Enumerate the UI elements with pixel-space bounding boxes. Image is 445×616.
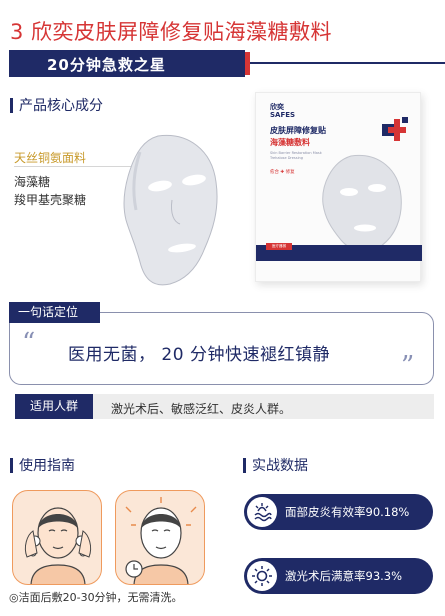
data-heading: 实战数据 xyxy=(243,455,308,475)
stat-text: 激光术后满意率93.3% xyxy=(285,569,403,583)
guide-heading-text: 使用指南 xyxy=(19,458,75,474)
page-title: 3 欣奕皮肤屏障修复贴海藻糖敷料 xyxy=(10,20,333,44)
crowd-label: 适用人群 xyxy=(15,394,93,419)
ingredients-heading-text: 产品核心成分 xyxy=(19,98,103,114)
slogan-banner: 20分钟急救之星 xyxy=(9,50,245,77)
mask-timer-icon xyxy=(125,497,197,584)
brand-cross-icon xyxy=(382,117,408,141)
positioning-text: 医用无菌， 20 分钟快速褪红镇静 xyxy=(68,345,330,365)
ingredients-heading: 产品核心成分 xyxy=(10,95,103,115)
stat-icon-circle xyxy=(247,561,277,591)
slogan-text: 20分钟急救之星 xyxy=(47,56,166,74)
stat-laser-satisfaction: 激光术后满意率93.3% xyxy=(244,558,433,594)
ingredient-trehalose: 海藻糖 xyxy=(14,175,51,189)
logo-en: SAFES xyxy=(270,111,296,119)
package-tagline: 愈合 ✚ 修复 xyxy=(270,170,295,175)
stat-icon-circle xyxy=(247,497,277,527)
heading-bar xyxy=(10,97,13,113)
sheet-mask-illustration xyxy=(123,134,218,286)
face-wash-icon xyxy=(24,507,92,584)
package-mask-image xyxy=(322,154,402,252)
product-package: 欣奕 SAFES 皮肤屏障修复贴 海藻糖敷料 Skin Barrier Rest… xyxy=(255,92,422,282)
step-apply-mask xyxy=(115,490,205,585)
positioning-label: 一句话定位 xyxy=(9,302,100,323)
data-heading-text: 实战数据 xyxy=(252,458,308,474)
package-band-tag: 医疗器械 xyxy=(266,243,292,250)
open-quote-icon: “ xyxy=(22,328,36,358)
guide-heading: 使用指南 xyxy=(10,455,75,475)
heading-bar xyxy=(243,457,246,473)
close-quote-icon: ” xyxy=(401,351,415,381)
crowd-text: 激光术后、敏感泛红、皮炎人群。 xyxy=(111,402,292,416)
face-wave-icon xyxy=(254,503,272,522)
package-name-line1: 皮肤屏障修复贴 xyxy=(270,126,326,135)
stat-text: 面部皮炎有效率90.18% xyxy=(285,505,410,519)
stat-dermatitis-efficacy: 面部皮炎有效率90.18% xyxy=(244,494,433,530)
step-wash-face xyxy=(12,490,102,585)
sun-icon xyxy=(252,566,272,586)
ingredient-fabric: 天丝铜氨面料 xyxy=(14,151,87,165)
brand-logo: 欣奕 SAFES xyxy=(270,103,295,119)
package-name-line2: 海藻糖敷料 xyxy=(270,138,310,147)
logo-cn: 欣奕 xyxy=(270,103,284,111)
heading-bar xyxy=(10,457,13,473)
ingredient-chitosan: 羧甲基壳聚糖 xyxy=(14,193,87,207)
banner-divider xyxy=(250,62,445,64)
guide-note: ◎洁面后敷20-30分钟，无需清洗。 xyxy=(9,591,183,604)
